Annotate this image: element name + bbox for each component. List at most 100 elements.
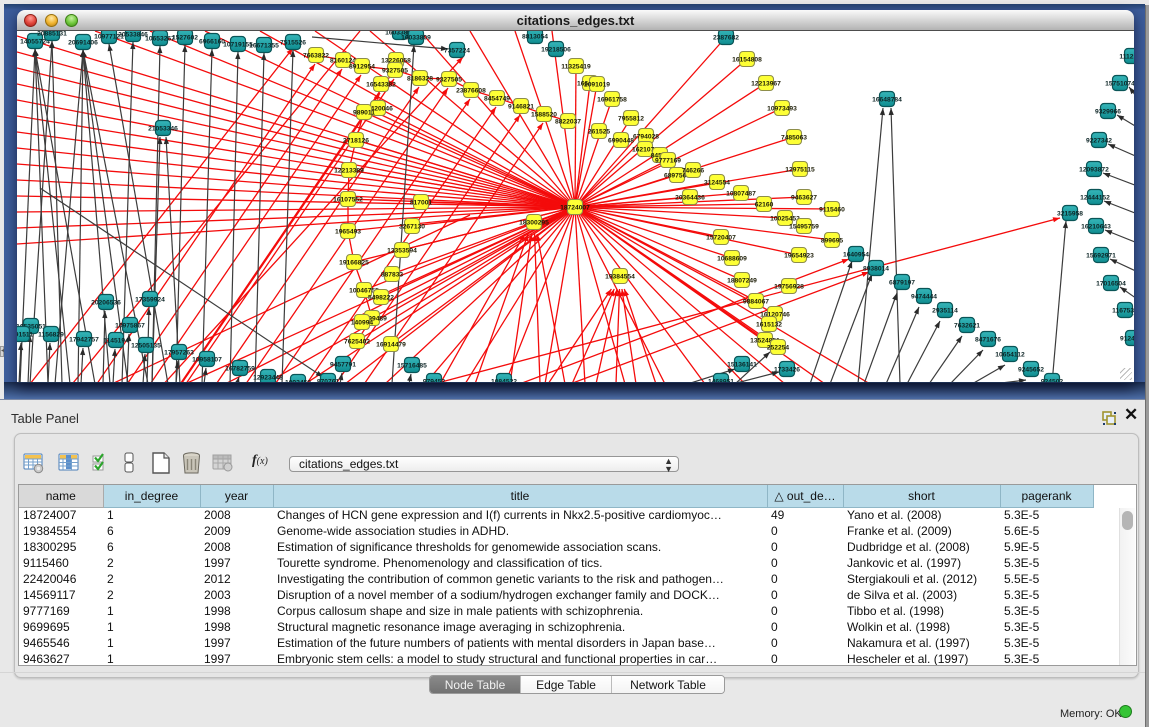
svg-text:1527602: 1527602 [172, 35, 198, 42]
svg-text:10807487: 10807487 [726, 191, 756, 198]
svg-text:252254: 252254 [767, 345, 790, 352]
svg-text:16782759: 16782759 [225, 366, 255, 373]
svg-text:16210643: 16210643 [1081, 224, 1111, 231]
svg-text:7515526: 7515526 [280, 40, 306, 47]
svg-text:18807249: 18807249 [727, 278, 757, 285]
svg-text:8938014: 8938014 [863, 266, 889, 273]
svg-text:6990448: 6990448 [608, 138, 634, 145]
svg-text:8454749: 8454749 [484, 96, 510, 103]
svg-text:10958107: 10958107 [192, 357, 222, 364]
svg-text:20885131: 20885131 [37, 31, 67, 38]
svg-text:17942757: 17942757 [69, 337, 99, 344]
svg-text:15751074: 15751074 [1105, 81, 1134, 88]
svg-text:19166825: 19166825 [339, 260, 369, 267]
svg-text:15720407: 15720407 [706, 235, 736, 242]
svg-text:8822037: 8822037 [555, 119, 581, 126]
svg-text:7632621: 7632621 [954, 323, 980, 330]
svg-text:15136141: 15136141 [727, 362, 757, 369]
svg-text:9327505: 9327505 [436, 77, 462, 84]
svg-text:12975115: 12975115 [785, 167, 815, 174]
svg-text:17359924: 17359924 [135, 297, 165, 304]
svg-text:8186328: 8186328 [407, 76, 433, 83]
svg-text:20533846: 20533846 [118, 32, 148, 39]
svg-text:16961758: 16961758 [597, 97, 627, 104]
svg-text:7663822: 7663822 [303, 53, 329, 60]
svg-text:19654923: 19654923 [784, 253, 814, 260]
svg-text:10025453: 10025453 [770, 216, 800, 223]
svg-text:17016504: 17016504 [1096, 281, 1126, 288]
svg-text:7625402: 7625402 [344, 339, 370, 346]
svg-text:12093872: 12093872 [1079, 167, 1109, 174]
svg-text:19384554: 19384554 [605, 274, 635, 281]
svg-text:6794028: 6794028 [633, 134, 659, 141]
svg-text:140994: 140994 [351, 320, 374, 327]
svg-text:979452: 979452 [423, 379, 446, 383]
svg-text:1092450: 1092450 [285, 380, 311, 383]
svg-text:15692971: 15692971 [1086, 253, 1116, 260]
svg-text:10973493: 10973493 [767, 106, 797, 113]
svg-text:7955812: 7955812 [618, 116, 644, 123]
svg-text:10653267: 10653267 [145, 36, 175, 43]
svg-text:1615132: 1615132 [756, 322, 782, 329]
svg-text:16648784: 16648784 [872, 97, 902, 104]
svg-text:11325419: 11325419 [561, 64, 591, 71]
svg-text:9227342: 9227342 [1086, 138, 1112, 145]
svg-text:3215958: 3215958 [1057, 211, 1083, 218]
svg-text:924502: 924502 [1041, 379, 1064, 383]
svg-text:9245652: 9245652 [1018, 367, 1044, 374]
svg-text:16107552: 16107552 [333, 197, 363, 204]
svg-text:2935114: 2935114 [932, 308, 958, 315]
svg-text:9463627: 9463627 [791, 195, 817, 202]
svg-text:17957263: 17957263 [164, 350, 194, 357]
svg-text:7485063: 7485063 [781, 135, 807, 142]
svg-text:989011: 989011 [353, 110, 375, 117]
svg-text:16033809: 16033809 [401, 35, 431, 42]
svg-text:9329966: 9329966 [1095, 109, 1121, 116]
svg-text:19218506: 19218506 [541, 47, 571, 54]
svg-text:18724007: 18724007 [560, 205, 590, 212]
svg-text:1588520: 1588520 [531, 112, 557, 119]
svg-text:1640954: 1640954 [843, 252, 869, 259]
svg-text:20364436: 20364436 [675, 195, 705, 202]
svg-text:870761: 870761 [317, 379, 340, 383]
svg-text:9777169: 9777169 [655, 158, 681, 165]
svg-text:9146821: 9146821 [508, 104, 534, 111]
svg-text:10654112: 10654112 [995, 352, 1025, 359]
svg-text:3124554: 3124554 [704, 180, 730, 187]
svg-text:6966160: 6966160 [199, 39, 225, 46]
svg-text:9457791: 9457791 [330, 362, 356, 369]
svg-text:2718126: 2718126 [343, 138, 369, 145]
svg-text:16914479: 16914479 [376, 342, 406, 349]
svg-text:20691406: 20691406 [68, 40, 98, 47]
svg-text:8813054: 8813054 [522, 34, 548, 41]
svg-text:9884067: 9884067 [743, 299, 769, 306]
svg-text:16671355: 16671355 [249, 43, 279, 50]
svg-text:899695: 899695 [821, 238, 844, 245]
svg-text:3267130: 3267130 [399, 224, 425, 231]
svg-text:817001: 817001 [410, 200, 433, 207]
svg-text:18300295: 18300295 [519, 220, 549, 227]
svg-text:8912954: 8912954 [349, 64, 375, 71]
svg-text:9115460: 9115460 [819, 207, 845, 214]
svg-text:15716485: 15716485 [397, 363, 427, 370]
svg-text:19756928: 19756928 [774, 284, 804, 291]
svg-text:9474444: 9474444 [911, 294, 937, 301]
svg-text:1965493: 1965493 [335, 229, 361, 236]
svg-text:16543382: 16543382 [366, 82, 396, 89]
svg-text:20206536: 20206536 [91, 300, 121, 307]
svg-text:2387682: 2387682 [713, 35, 739, 42]
svg-text:1733426: 1733426 [774, 367, 800, 374]
svg-text:1112184: 1112184 [1119, 54, 1134, 61]
svg-text:12444152: 12444152 [1080, 195, 1110, 202]
svg-text:391511: 391511 [17, 332, 33, 339]
svg-text:62160: 62160 [755, 202, 774, 209]
svg-text:1084522: 1084522 [491, 379, 517, 383]
svg-text:8471676: 8471676 [975, 337, 1001, 344]
svg-text:12213967: 12213967 [751, 81, 781, 88]
svg-text:15495759: 15495759 [789, 224, 819, 231]
svg-text:12213389: 12213389 [334, 168, 364, 175]
svg-text:9327505: 9327505 [382, 68, 408, 75]
svg-text:1167533: 1167533 [1112, 308, 1134, 315]
svg-text:10688609: 10688609 [717, 256, 747, 263]
svg-text:12505135: 12505135 [131, 343, 161, 350]
